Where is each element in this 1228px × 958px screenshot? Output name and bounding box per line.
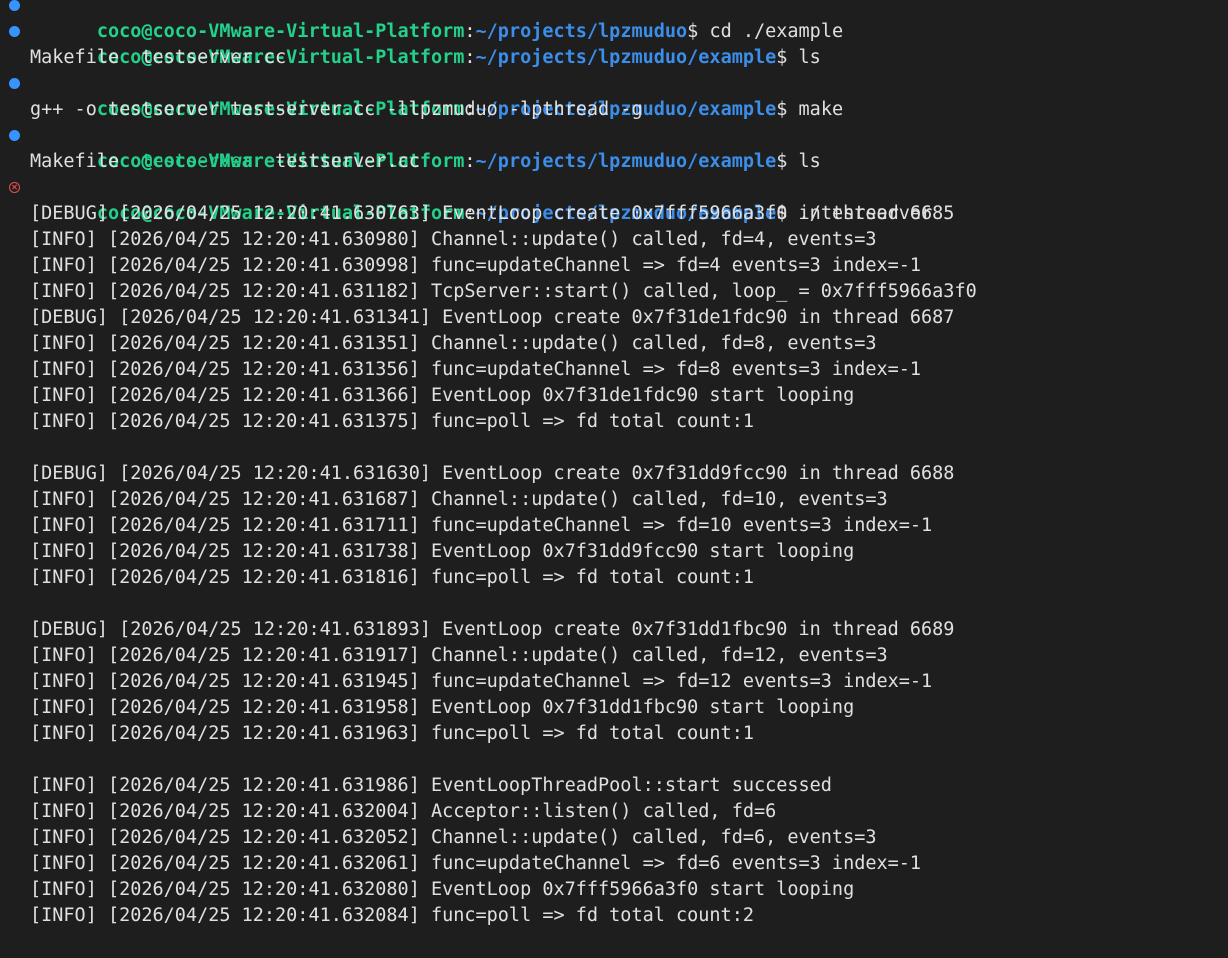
log-line: [INFO] [2026/04/25 12:20:41.631816] func… <box>30 567 754 588</box>
log-line: [INFO] [2026/04/25 12:20:41.631963] func… <box>30 723 754 744</box>
log-line: [INFO] [2026/04/25 12:20:41.630980] Chan… <box>30 229 877 250</box>
compiler-output: g++ -o testserver testserver.cc -llpzmud… <box>30 99 643 120</box>
terminal-output: coco@coco-VMware-Virtual-Platform:~/proj… <box>0 0 977 929</box>
log-line: [INFO] [2026/04/25 12:20:41.631366] Even… <box>30 385 855 406</box>
success-dot-icon[interactable] <box>9 26 20 37</box>
prompt-line: coco@coco-VMware-Virtual-Platform:~/proj… <box>0 71 977 120</box>
output-line: Makefile testserver.cc <box>0 45 977 71</box>
log-line: [DEBUG] [2026/04/25 12:20:41.631893] Eve… <box>30 619 955 640</box>
error-circle-icon[interactable] <box>9 182 20 193</box>
file-name: testserver.cc <box>275 151 420 172</box>
executable-file-name: testserver <box>141 151 253 172</box>
log-line: [INFO] [2026/04/25 12:20:41.631738] Even… <box>30 541 855 562</box>
log-line: [INFO] [2026/04/25 12:20:41.631351] Chan… <box>30 333 877 354</box>
log-line: [INFO] [2026/04/25 12:20:41.632004] Acce… <box>30 801 777 822</box>
output-line: g++ -o testserver testserver.cc -llpzmud… <box>0 97 977 123</box>
log-line: [DEBUG] [2026/04/25 12:20:41.631630] Eve… <box>30 463 955 484</box>
success-dot-icon[interactable] <box>9 0 20 11</box>
output-line: Makefile testserver testserver.cc <box>0 149 977 175</box>
log-line: [INFO] [2026/04/25 12:20:41.631917] Chan… <box>30 645 888 666</box>
prompt-line: coco@coco-VMware-Virtual-Platform:~/proj… <box>0 0 977 42</box>
success-dot-icon[interactable] <box>9 78 20 89</box>
log-line: [INFO] [2026/04/25 12:20:41.631711] func… <box>30 515 933 536</box>
log-line: [INFO] [2026/04/25 12:20:41.631986] Even… <box>30 775 832 796</box>
file-name: Makefile <box>30 47 120 68</box>
log-line: [INFO] [2026/04/25 12:20:41.631182] TcpS… <box>30 281 977 302</box>
log-line: [INFO] [2026/04/25 12:20:41.632084] func… <box>30 905 754 926</box>
log-line: [DEBUG] [2026/04/25 12:20:41.630763] Eve… <box>30 203 955 224</box>
terminal-window[interactable]: coco@coco-VMware-Virtual-Platform:~/proj… <box>0 0 1228 958</box>
prompt-line: coco@coco-VMware-Virtual-Platform:~/proj… <box>0 123 977 172</box>
prompt-line: coco@coco-VMware-Virtual-Platform:~/proj… <box>0 19 977 68</box>
log-line: [DEBUG] [2026/04/25 12:20:41.631341] Eve… <box>30 307 955 328</box>
log-line: [INFO] [2026/04/25 12:20:41.632080] Even… <box>30 879 855 900</box>
file-name: testserver.cc <box>141 47 287 68</box>
success-dot-icon[interactable] <box>9 130 20 141</box>
log-line: [INFO] [2026/04/25 12:20:41.631945] func… <box>30 671 933 692</box>
log-line: [INFO] [2026/04/25 12:20:41.632061] func… <box>30 853 922 874</box>
log-line: [INFO] [2026/04/25 12:20:41.632052] Chan… <box>30 827 877 848</box>
log-line: [INFO] [2026/04/25 12:20:41.631356] func… <box>30 359 922 380</box>
file-name: Makefile <box>30 151 120 172</box>
log-line: [INFO] [2026/04/25 12:20:41.631687] Chan… <box>30 489 888 510</box>
prompt-line: coco@coco-VMware-Virtual-Platform:~/proj… <box>0 175 977 224</box>
log-line: [INFO] [2026/04/25 12:20:41.631958] Even… <box>30 697 855 718</box>
log-line: [INFO] [2026/04/25 12:20:41.631375] func… <box>30 411 754 432</box>
log-line: [INFO] [2026/04/25 12:20:41.630998] func… <box>30 255 922 276</box>
